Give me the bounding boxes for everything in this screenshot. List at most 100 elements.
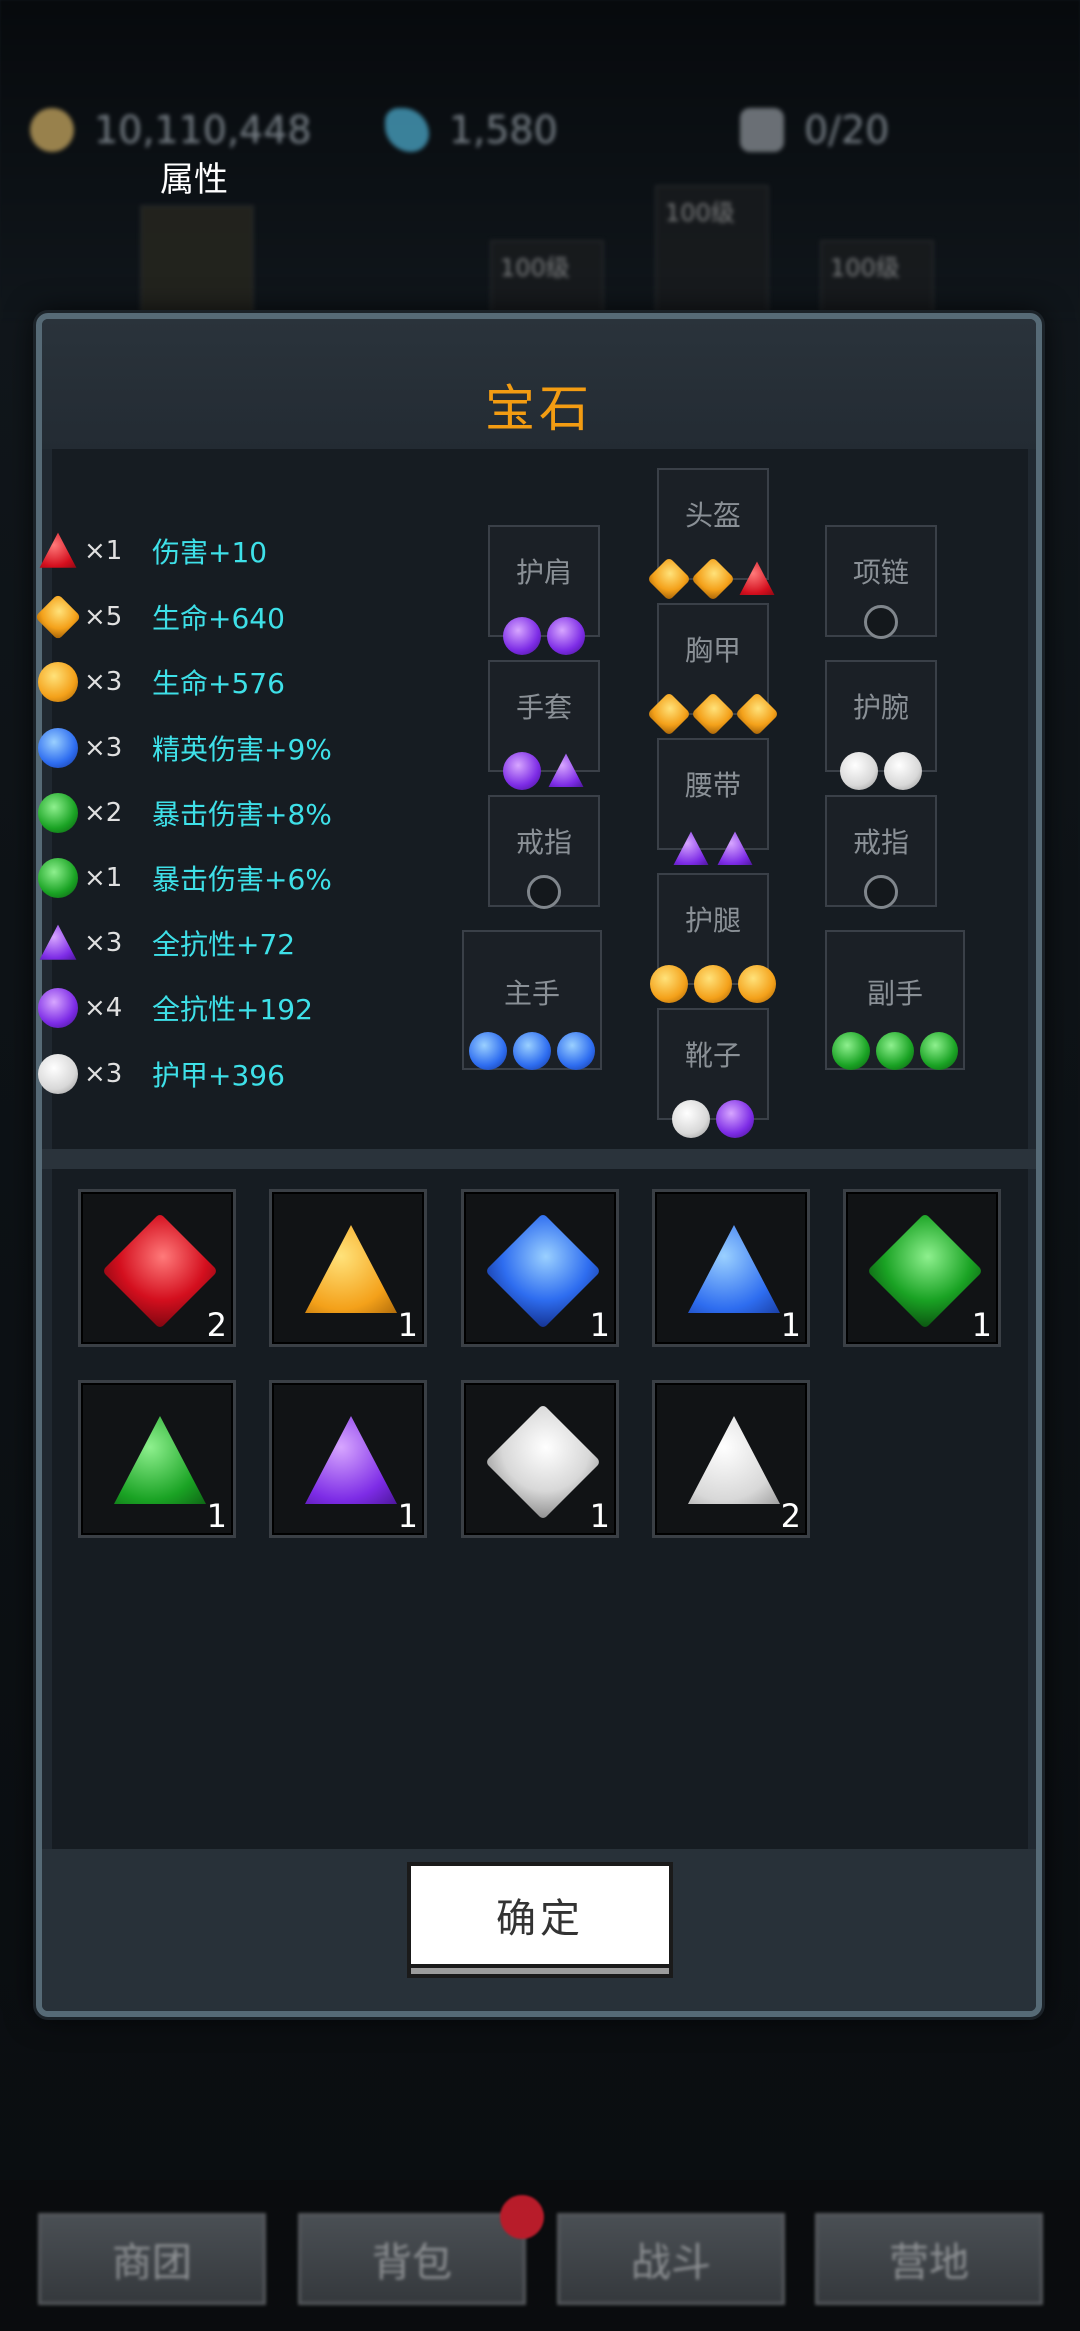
equip-slot-necklace[interactable]: 项链 xyxy=(825,525,937,639)
attribute-row: ×1 伤害+10 xyxy=(38,523,267,579)
attribute-row: ×2 暴击伤害+8% xyxy=(38,785,332,841)
socket-row xyxy=(840,752,922,790)
gold-amount: 10,110,448 xyxy=(94,108,312,152)
inventory-slot[interactable]: 1 xyxy=(652,1189,810,1347)
slot-icon xyxy=(740,108,784,152)
red-diamond-gem-icon xyxy=(102,1213,218,1329)
equip-slot-belt[interactable]: 腰带 xyxy=(657,738,769,865)
attributes-title: 属性 xyxy=(160,160,228,200)
socket-row xyxy=(864,875,898,909)
inventory-slot[interactable]: 1 xyxy=(269,1189,427,1347)
inventory-slot[interactable]: 1 xyxy=(461,1380,619,1538)
gem-count: 2 xyxy=(780,1497,801,1535)
purple-round-gem-icon xyxy=(38,988,78,1028)
green-triangle-gem-icon xyxy=(114,1416,206,1504)
orange-diamond-gem-icon xyxy=(646,691,692,737)
slot-amount: 0/20 xyxy=(804,108,890,152)
gem-count: 1 xyxy=(589,1497,610,1535)
slot-label: 戒指 xyxy=(515,826,572,859)
white-round-gem-icon xyxy=(38,1054,78,1094)
green-round-gem-icon xyxy=(876,1032,914,1070)
inventory-slot[interactable]: 1 xyxy=(78,1380,236,1538)
equip-slot-gloves[interactable]: 手套 xyxy=(488,660,600,790)
attribute-count: ×1 xyxy=(84,536,123,566)
socket-row xyxy=(672,830,754,868)
equip-slot-boots[interactable]: 靴子 xyxy=(657,1008,769,1138)
slot-label: 靴子 xyxy=(684,1039,741,1072)
empty-socket-icon xyxy=(864,605,898,639)
purple-triangle-gem-icon xyxy=(305,1416,397,1504)
background-item-price: 100级 xyxy=(830,254,900,282)
equip-slot-ring-left[interactable]: 戒指 xyxy=(488,795,600,909)
equip-slot-bracers[interactable]: 护腕 xyxy=(825,660,937,790)
slot-counter: 0/20 xyxy=(740,95,889,165)
background-item-price: 100级 xyxy=(665,199,735,227)
slot-label: 头盔 xyxy=(684,499,741,532)
attribute-count: ×5 xyxy=(84,602,123,632)
socket-row xyxy=(864,605,898,639)
blue-round-gem-icon xyxy=(557,1032,595,1070)
purple-triangle-gem-icon xyxy=(548,753,584,787)
crystal-amount: 1,580 xyxy=(449,108,558,152)
gem-count: 1 xyxy=(589,1306,610,1344)
red-triangle-gem-icon xyxy=(39,532,77,568)
white-triangle-gem-icon xyxy=(688,1416,780,1504)
panel-divider xyxy=(42,1149,1036,1169)
attribute-row: ×3 生命+576 xyxy=(38,654,285,710)
green-round-gem-icon xyxy=(38,793,78,833)
slot-label: 护腿 xyxy=(684,904,741,937)
equip-slot-main-hand[interactable]: 主手 xyxy=(462,930,602,1070)
white-round-gem-icon xyxy=(840,752,878,790)
gold-coin-icon xyxy=(30,108,74,152)
slot-label: 护腕 xyxy=(852,691,909,724)
equip-slot-shoulder[interactable]: 护肩 xyxy=(488,525,600,655)
attribute-value: 全抗性+72 xyxy=(152,928,296,961)
background-hero-portrait xyxy=(140,205,254,319)
purple-round-gem-icon xyxy=(547,617,585,655)
blue-round-gem-icon xyxy=(513,1032,551,1070)
orange-diamond-gem-icon xyxy=(734,691,780,737)
slot-label: 手套 xyxy=(515,691,572,724)
orange-round-gem-icon xyxy=(650,965,688,1003)
nav-camp-button[interactable]: 营地 xyxy=(815,2213,1043,2305)
background-item-price: 100级 xyxy=(500,254,570,282)
slot-label: 腰带 xyxy=(684,769,741,802)
inventory-slot[interactable]: 2 xyxy=(78,1189,236,1347)
attribute-count: ×3 xyxy=(84,667,123,697)
blue-round-gem-icon xyxy=(469,1032,507,1070)
inventory-slot[interactable]: 2 xyxy=(652,1380,810,1538)
equip-slot-legs[interactable]: 护腿 xyxy=(650,873,776,1003)
nav-bag-button[interactable]: 背包 xyxy=(298,2213,526,2305)
orange-round-gem-icon xyxy=(694,965,732,1003)
attribute-row: ×1 暴击伤害+6% xyxy=(38,850,332,906)
purple-triangle-gem-icon xyxy=(39,924,77,960)
blue-round-gem-icon xyxy=(38,728,78,768)
blue-triangle-gem-icon xyxy=(688,1225,780,1313)
orange-round-gem-icon xyxy=(38,662,78,702)
socket-row xyxy=(832,1032,958,1070)
gem-count: 1 xyxy=(397,1497,418,1535)
inventory-slot[interactable]: 1 xyxy=(269,1380,427,1538)
gem-count: 2 xyxy=(206,1306,227,1344)
socket-row xyxy=(646,691,780,737)
equip-slot-chest[interactable]: 胸甲 xyxy=(646,603,780,737)
purple-triangle-gem-icon xyxy=(717,831,753,865)
nav-guild-button[interactable]: 商团 xyxy=(38,2213,266,2305)
socket-row xyxy=(469,1032,595,1070)
crystal-icon xyxy=(385,108,429,152)
inventory-slot[interactable]: 1 xyxy=(461,1189,619,1347)
equip-slot-off-hand[interactable]: 副手 xyxy=(825,930,965,1070)
confirm-button[interactable]: 确定 xyxy=(411,1866,669,1964)
slot-label: 主手 xyxy=(503,977,560,1010)
equip-slot-ring-right[interactable]: 戒指 xyxy=(825,795,937,909)
attribute-count: ×3 xyxy=(84,1059,123,1089)
attribute-row: ×3 全抗性+72 xyxy=(38,915,295,971)
inventory-slot[interactable]: 1 xyxy=(843,1189,1001,1347)
nav-battle-button[interactable]: 战斗 xyxy=(557,2213,785,2305)
white-round-gem-icon xyxy=(672,1100,710,1138)
attribute-row: ×5 生命+640 xyxy=(34,589,285,645)
socket-row xyxy=(503,617,585,655)
equip-slot-helmet[interactable]: 头盔 xyxy=(646,468,775,602)
purple-round-gem-icon xyxy=(503,617,541,655)
gem-count: 1 xyxy=(971,1306,992,1344)
